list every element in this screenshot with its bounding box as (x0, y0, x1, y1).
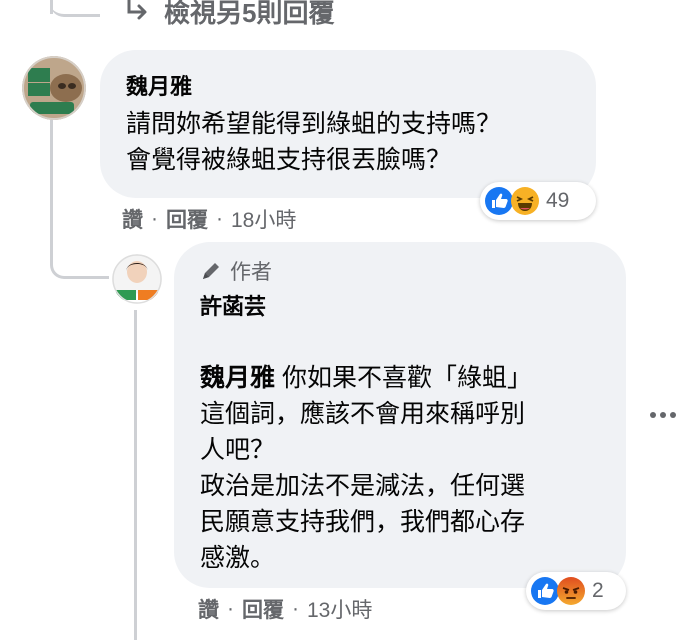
reply-reactions-summary[interactable]: 2 (526, 572, 626, 610)
reply-arrow-icon (127, 0, 147, 20)
thread-line-reply (134, 310, 137, 640)
view-more-label: 檢視另5則回覆 (164, 0, 335, 28)
view-more-replies-link[interactable]: 檢視另5則回覆 (122, 0, 334, 28)
comment-reactions-summary[interactable]: 49 (480, 182, 596, 220)
more-dot (660, 412, 666, 418)
reply-author-avatar[interactable] (112, 254, 162, 304)
reply-bubble: 作者 許菡芸 魏月雅 你如果不喜歡「綠蛆」 這個詞，應該不會用來稱呼別 人吧？ … (174, 242, 626, 588)
reply-body: 這個詞，應該不會用來稱呼別 人吧？ 政治是加法不是減法，任何選 民願意支持我們，… (200, 400, 526, 572)
comment-timestamp[interactable]: 18小時 (231, 204, 296, 234)
thread-elbow-top (50, 0, 100, 17)
author-badge: 作者 (200, 256, 608, 286)
meta-separator: · (151, 207, 158, 230)
reply-reply-button[interactable]: 回覆 (242, 594, 284, 624)
comment-reaction-count: 49 (546, 189, 570, 212)
commenter-avatar-image (22, 56, 86, 120)
reply-meta: 讚 · 回覆 · 13小時 (198, 594, 372, 624)
angry-icon (557, 577, 585, 605)
more-dot (670, 412, 676, 418)
comment-text: 請問妳希望能得到綠蛆的支持嗎？ 會覺得被綠蛆支持很丟臉嗎？ (126, 110, 502, 174)
more-options-button[interactable] (650, 412, 676, 418)
meta-separator: · (227, 597, 234, 620)
reply-text: 魏月雅 你如果不喜歡「綠蛆」 這個詞，應該不會用來稱呼別 人吧？ 政治是加法不是… (200, 324, 608, 612)
reply-author-avatar-image (112, 254, 162, 304)
comment-like-button[interactable]: 讚 (122, 204, 143, 234)
comment-reply-button[interactable]: 回覆 (166, 204, 208, 234)
comment-author-name[interactable]: 魏月雅 (126, 72, 501, 102)
reply-author-name[interactable]: 許菡芸 (200, 292, 608, 322)
reply-timestamp[interactable]: 13小時 (307, 594, 372, 624)
comment-meta: 讚 · 回覆 · 18小時 (122, 204, 296, 234)
meta-separator: · (292, 597, 299, 620)
laugh-icon (511, 187, 539, 215)
commenter-avatar[interactable] (22, 56, 86, 120)
reply-first-line: 你如果不喜歡「綠蛆」 (275, 364, 532, 392)
author-badge-label: 作者 (230, 261, 272, 284)
more-dot (650, 412, 656, 418)
meta-separator: · (216, 207, 223, 230)
comment-bubble: 魏月雅 請問妳希望能得到綠蛆的支持嗎？ 會覺得被綠蛆支持很丟臉嗎？ (100, 50, 596, 198)
reply-mention[interactable]: 魏月雅 (200, 364, 275, 392)
pencil-icon (203, 263, 219, 279)
thread-elbow-reply (50, 236, 109, 279)
reply-reaction-count: 2 (592, 579, 604, 602)
reply-like-button[interactable]: 讚 (198, 594, 219, 624)
